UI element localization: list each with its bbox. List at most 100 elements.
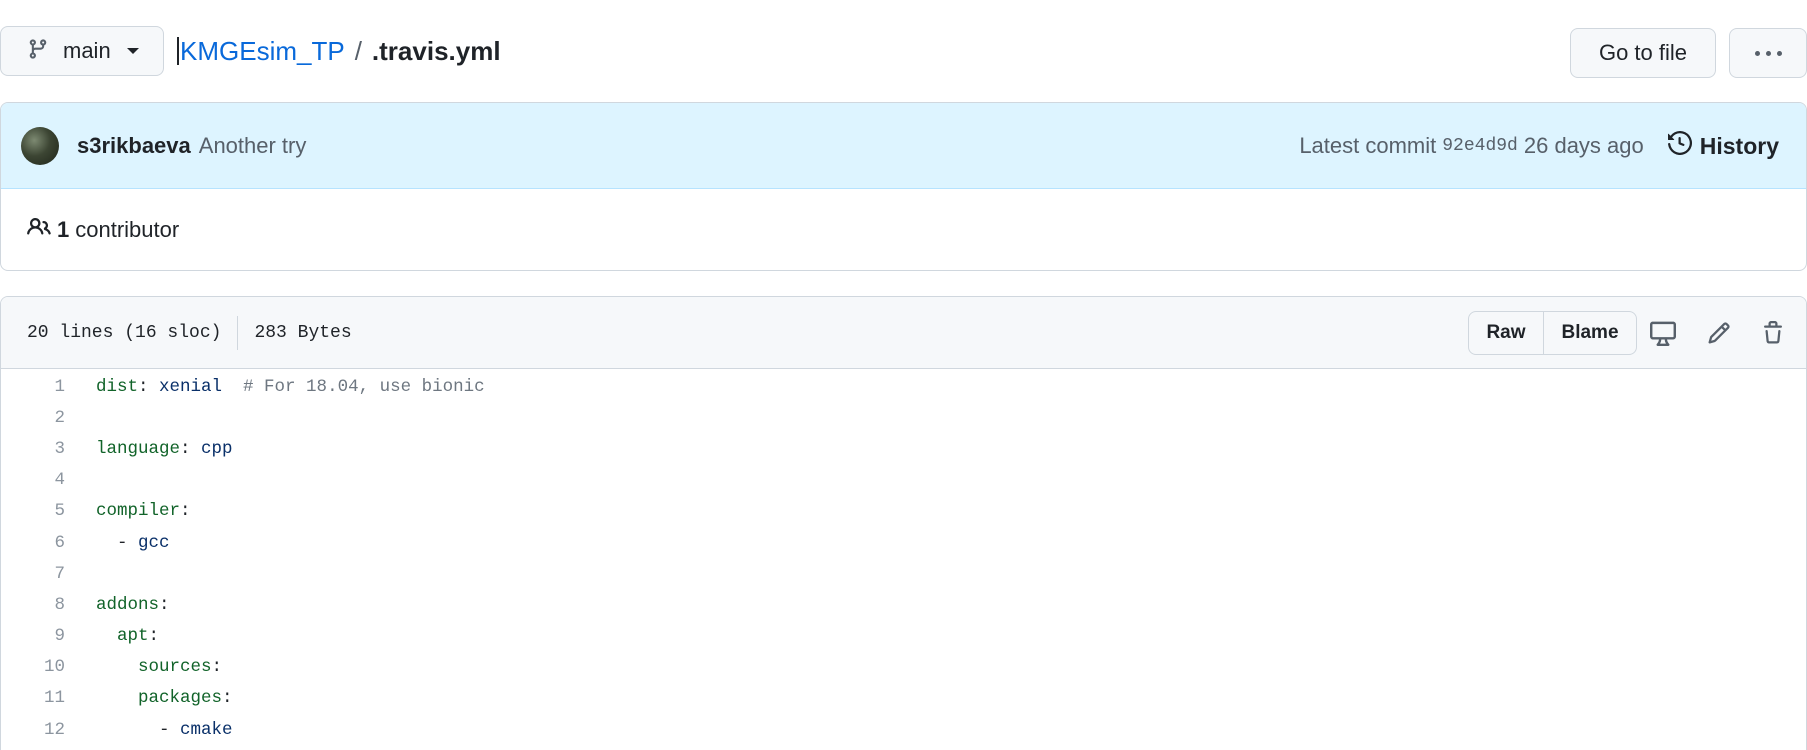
pencil-icon[interactable] [1703,317,1735,349]
code-comment: # For 18.04, use bionic [222,376,485,397]
contributors-row[interactable]: 1 contributor [1,189,1806,270]
line-number[interactable]: 5 [1,501,65,521]
code-dash: - [117,532,139,553]
code-key: sources [138,657,212,678]
git-branch-icon [27,38,49,65]
code-key: compiler [96,501,181,522]
trash-icon[interactable] [1757,317,1789,349]
commit-author-link[interactable]: s3rikbaeva [77,133,191,159]
history-button[interactable]: History [1667,130,1779,161]
line-number[interactable]: 9 [1,626,65,646]
code-view: 1 dist: xenial # For 18.04, use bionic 2 3 l… [1,369,1806,750]
code-key: dist [96,376,139,397]
branch-selector-button[interactable]: main [0,26,164,76]
code-colon: : [148,626,160,647]
text-cursor [177,37,179,65]
breadcrumb-repo-link[interactable]: KMGEsim_TP [180,36,345,67]
code-line: 6 - gcc [1,527,1806,558]
kebab-horizontal-icon [1754,50,1782,56]
file-lines-info: 20 lines (16 sloc) [27,322,222,343]
line-content: packages: [96,688,233,708]
line-content: - gcc [96,533,170,553]
caret-down-icon [126,48,139,54]
code-line: 5 compiler: [1,496,1806,527]
people-icon [27,215,51,245]
file-size: 283 Bytes [254,322,352,343]
file-header: 20 lines (16 sloc) 283 Bytes Raw Blame [1,297,1806,369]
code-dash: - [159,719,181,740]
line-number[interactable]: 8 [1,595,65,615]
desktop-icon[interactable] [1647,317,1679,349]
code-value: gcc [138,532,170,553]
go-to-file-button[interactable]: Go to file [1570,28,1716,78]
code-line: 13 - valgrind [1,745,1806,750]
line-content: compiler: [96,501,191,521]
more-options-button[interactable] [1729,28,1807,78]
breadcrumb-separator: / [354,35,362,66]
code-line: 10 sources: [1,652,1806,683]
code-colon: : [211,657,223,678]
code-value: cmake [180,719,233,740]
line-content: language: cpp [96,439,233,459]
line-content: apt: [96,626,159,646]
code-line: 1 dist: xenial # For 18.04, use bionic [1,371,1806,402]
code-colon: : [222,688,233,709]
line-number[interactable]: 2 [1,408,65,428]
history-icon [1667,130,1692,161]
code-key: apt [117,626,149,647]
code-line: 9 apt: [1,621,1806,652]
line-number[interactable]: 3 [1,439,65,459]
line-number[interactable]: 1 [1,377,65,397]
code-colon: : [180,438,191,459]
file-viewer: 20 lines (16 sloc) 283 Bytes Raw Blame 1… [0,296,1807,750]
line-number[interactable]: 6 [1,533,65,553]
code-colon: : [180,501,191,522]
commit-sha-link[interactable]: 92e4d9d [1442,136,1518,156]
latest-commit-label: Latest commit [1299,133,1437,158]
code-line: 7 [1,558,1806,589]
code-key: packages [138,688,223,709]
commit-meta: Latest commit 92e4d9d 26 days ago Histor… [1299,103,1779,189]
file-nav-bar: main KMGEsim_TP / .travis.yml Go to file [0,26,1807,78]
line-number[interactable]: 12 [1,720,65,740]
code-value: xenial [148,376,223,397]
contributor-count: 1 [57,217,70,242]
code-colon: : [159,594,170,615]
line-content: dist: xenial # For 18.04, use bionic [96,377,485,397]
code-line: 2 [1,402,1806,433]
code-line: 3 language: cpp [1,433,1806,464]
code-line: 11 packages: [1,683,1806,714]
code-colon: : [138,376,149,397]
code-key: addons [96,594,160,615]
latest-commit-box: s3rikbaeva Another try Latest commit 92e… [0,102,1807,271]
raw-button[interactable]: Raw [1469,312,1544,354]
line-content: - cmake [96,720,233,740]
page: main KMGEsim_TP / .travis.yml Go to file… [0,0,1807,750]
line-number[interactable]: 4 [1,470,65,490]
line-number[interactable]: 7 [1,564,65,584]
code-value: cpp [190,438,233,459]
line-number[interactable]: 11 [1,688,65,708]
breadcrumb: KMGEsim_TP / .travis.yml [177,34,501,68]
latest-commit-row: s3rikbaeva Another try Latest commit 92e… [1,103,1806,189]
code-line: 4 [1,465,1806,496]
code-line: 12 - cmake [1,714,1806,745]
line-content: addons: [96,595,170,615]
blame-button[interactable]: Blame [1544,312,1636,354]
line-content: sources: [96,657,222,677]
breadcrumb-file-name: .travis.yml [371,35,501,66]
history-label: History [1699,132,1779,159]
code-line: 8 addons: [1,589,1806,620]
line-number[interactable]: 10 [1,657,65,677]
divider [237,315,239,350]
avatar[interactable] [21,126,59,165]
commit-age: 26 days ago [1523,133,1644,158]
branch-name: main [63,38,111,63]
contributor-label: contributor [75,217,180,242]
commit-message-link[interactable]: Another try [199,133,307,159]
